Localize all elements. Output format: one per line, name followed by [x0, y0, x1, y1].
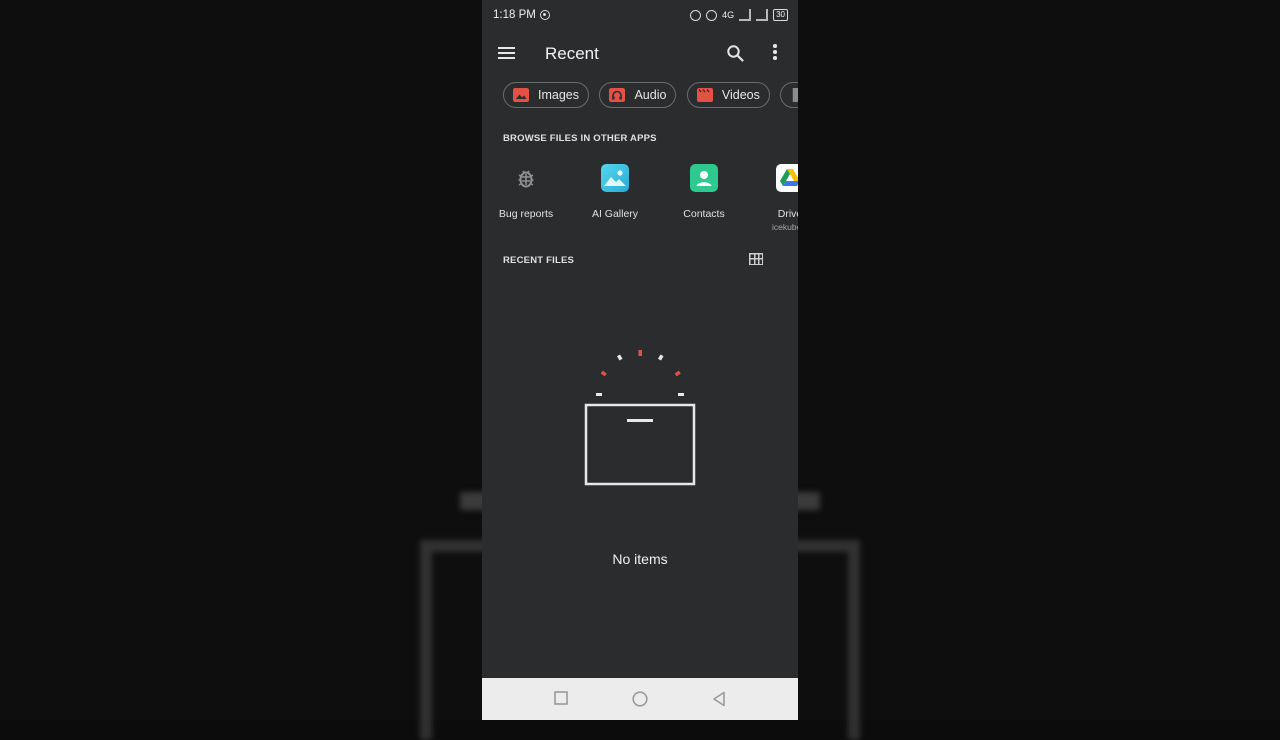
app-drive[interactable]: Drive icekube.s	[745, 160, 798, 232]
search-icon[interactable]	[726, 44, 744, 62]
screen-record-icon	[540, 10, 550, 20]
app-label: Contacts	[683, 208, 725, 220]
signal-icon-2	[756, 9, 769, 21]
recent-files-heading: RECENT FILES	[503, 255, 575, 266]
status-time: 1:18 PM	[493, 9, 536, 21]
back-triangle-icon[interactable]	[712, 691, 726, 707]
other-apps-row: Bug reports AI Gallery Contacts Driv ice…	[482, 160, 798, 235]
app-contacts[interactable]: Contacts	[659, 160, 749, 220]
chip-label: Videos	[721, 88, 760, 102]
status-icons: 4G 30	[690, 9, 788, 21]
app-bug-reports[interactable]: Bug reports	[482, 160, 571, 220]
more-options-icon[interactable]	[770, 44, 780, 62]
battery-icon: 30	[773, 9, 788, 21]
bug-icon	[518, 170, 534, 188]
menu-icon[interactable]	[498, 47, 515, 59]
recents-square-icon[interactable]	[554, 691, 568, 705]
app-label: Drive	[777, 208, 798, 220]
backdrop-right	[798, 0, 1280, 720]
app-ai-gallery[interactable]: AI Gallery	[570, 160, 660, 220]
status-bar: 1:18 PM 4G 30	[482, 0, 798, 32]
app-bar: Recent	[482, 32, 798, 74]
alarm-icon	[690, 9, 702, 21]
browse-section-heading: BROWSE FILES IN OTHER APPS	[503, 133, 657, 144]
network-type-label: 4G	[722, 10, 735, 20]
app-account-label: icekube.s	[772, 222, 798, 232]
category-chips: Images Audio Videos	[503, 82, 798, 110]
contacts-icon	[690, 164, 718, 192]
chip-videos[interactable]: Videos	[686, 82, 770, 108]
chip-label: Images	[538, 88, 579, 102]
empty-box-illustration	[584, 350, 696, 486]
chip-label: Audio	[634, 88, 667, 102]
drive-icon	[776, 164, 798, 192]
home-circle-icon[interactable]	[632, 691, 648, 707]
chip-audio[interactable]: Audio	[599, 82, 677, 108]
signal-icon	[739, 9, 752, 21]
app-label: AI Gallery	[591, 208, 639, 220]
page-title: Recent	[545, 44, 599, 63]
gallery-icon	[601, 164, 629, 192]
empty-state-text: No items	[612, 551, 668, 567]
chip-documents[interactable]	[780, 82, 798, 108]
backdrop-left	[0, 0, 482, 720]
movie-icon	[696, 88, 713, 102]
document-icon	[793, 88, 798, 102]
chip-images[interactable]: Images	[503, 82, 589, 108]
image-icon	[513, 88, 529, 102]
grid-view-icon[interactable]	[749, 253, 763, 265]
do-not-disturb-icon	[706, 9, 718, 21]
app-label: Bug reports	[498, 208, 554, 220]
system-nav-bar	[482, 678, 798, 720]
phone-screen: 1:18 PM 4G 30 Recent Images Audio Videos…	[482, 0, 798, 720]
headphones-icon	[609, 88, 626, 102]
